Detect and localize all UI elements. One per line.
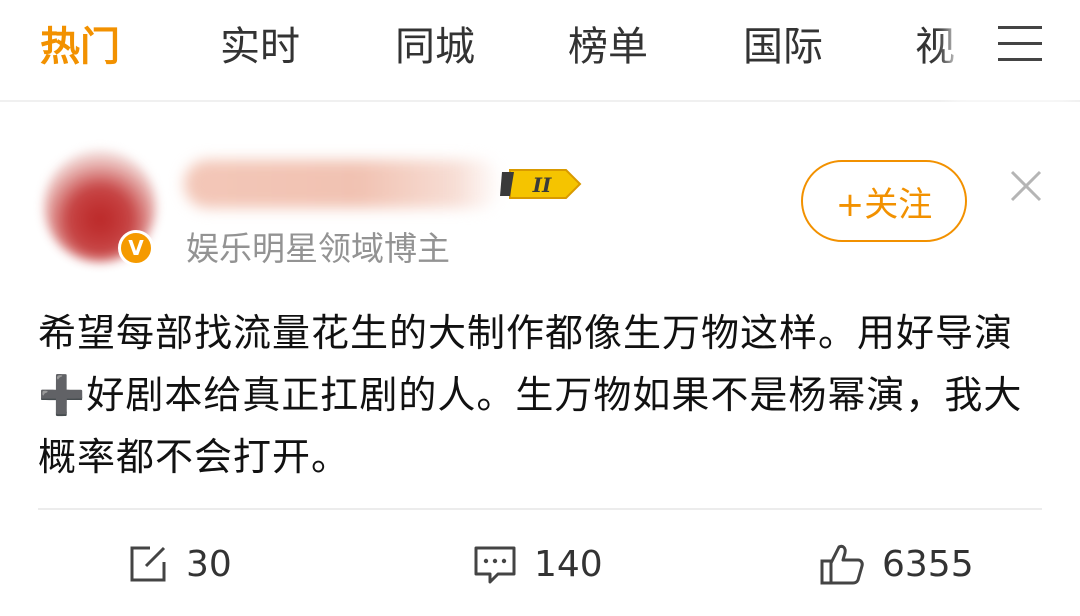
tab-hot[interactable]: 热门 xyxy=(40,14,120,72)
tab-video[interactable]: 视 xyxy=(915,14,955,72)
repost-button[interactable]: 30 xyxy=(126,540,232,588)
hamburger-menu-icon[interactable] xyxy=(996,22,1044,66)
follow-button[interactable]: +关注 xyxy=(801,160,967,242)
verified-v-icon: V xyxy=(118,230,154,266)
thumbs-up-icon xyxy=(818,541,866,587)
repost-count: 30 xyxy=(186,543,232,585)
author-subtitle: 娱乐明星领域博主 xyxy=(186,229,450,268)
like-button[interactable]: 6355 xyxy=(818,540,974,588)
comment-button[interactable]: 140 xyxy=(472,540,603,588)
tab-realtime[interactable]: 实时 xyxy=(220,14,300,72)
username-blurred[interactable] xyxy=(184,160,502,208)
tab-local[interactable]: 同城 xyxy=(395,14,475,72)
comment-icon xyxy=(472,542,518,586)
level-badge-icon: II xyxy=(500,166,582,202)
level-badge-text: II xyxy=(532,173,552,197)
comment-count: 140 xyxy=(534,543,603,585)
close-icon[interactable] xyxy=(1008,168,1044,204)
tab-international[interactable]: 国际 xyxy=(743,14,823,72)
top-tab-bar: 热门 实时 同城 榜单 国际 视 xyxy=(0,0,1080,102)
like-count: 6355 xyxy=(882,543,974,585)
tab-ranking[interactable]: 榜单 xyxy=(568,14,648,72)
divider xyxy=(38,508,1042,510)
repost-icon xyxy=(126,542,170,586)
post-text: 希望每部找流量花生的大制作都像生万物这样。用好导演➕好剧本给真正扛剧的人。生万物… xyxy=(38,311,1023,479)
